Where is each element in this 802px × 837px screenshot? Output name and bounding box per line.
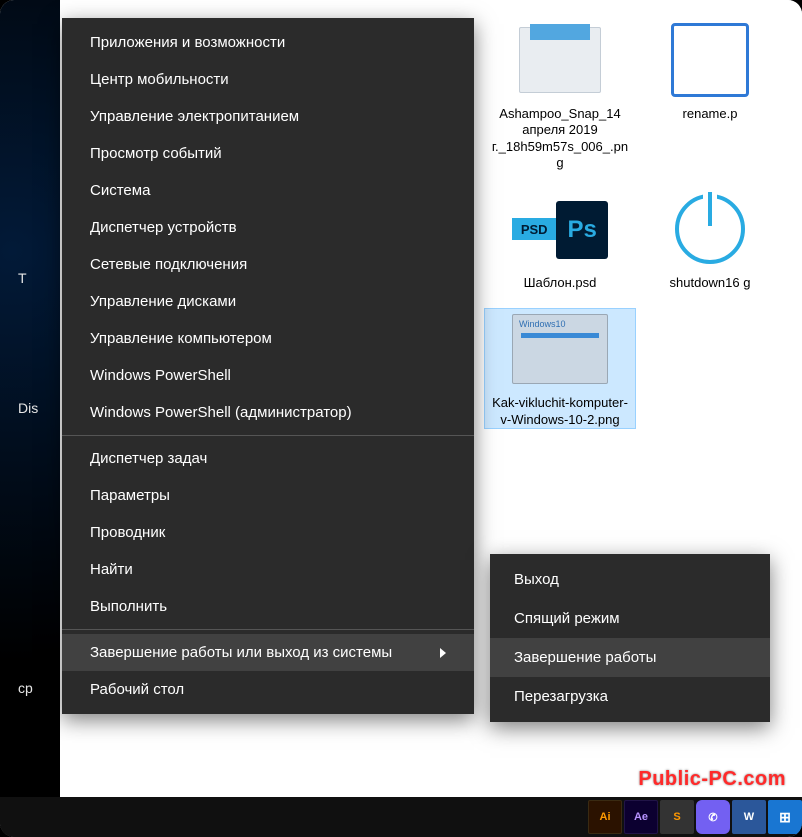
menu-item-task-manager[interactable]: Диспетчер задач bbox=[62, 440, 474, 477]
file-name-label: Kak-vikluchit-komputer-v-Windows-10-2.pn… bbox=[485, 395, 635, 428]
menu-item-label: Центр мобильности bbox=[90, 71, 229, 88]
menu-separator bbox=[62, 435, 474, 436]
taskbar-icon-sublime[interactable]: S bbox=[660, 800, 694, 834]
menu-item-label: Windows PowerShell bbox=[90, 367, 231, 384]
file-thumbnail-icon bbox=[662, 20, 758, 100]
menu-item-event-viewer[interactable]: Просмотр событий bbox=[62, 135, 474, 172]
psd-badge: PSD bbox=[512, 218, 556, 240]
menu-item-system[interactable]: Система bbox=[62, 172, 474, 209]
menu-item-desktop[interactable]: Рабочий стол bbox=[62, 671, 474, 708]
menu-item-label: Приложения и возможности bbox=[90, 34, 285, 51]
taskbar-icon-after-effects[interactable]: Ae bbox=[624, 800, 658, 834]
screenshot-viewport: T Dis ср 🐱 Ashampoo_Snap_14 апреля 2019 … bbox=[0, 0, 802, 837]
power-icon bbox=[675, 194, 745, 264]
file-item[interactable]: 🐱 Ashampoo_Snap_14 апреля 2019 г._18h59m… bbox=[485, 20, 635, 171]
menu-item-label: Windows PowerShell (администратор) bbox=[90, 404, 352, 421]
menu-item-file-explorer[interactable]: Проводник bbox=[62, 514, 474, 551]
menu-item-label: Проводник bbox=[90, 524, 165, 541]
menu-item-search[interactable]: Найти bbox=[62, 551, 474, 588]
taskbar-icon-app[interactable]: ⊞ bbox=[768, 800, 802, 834]
file-thumbnail-icon: PSD Ps bbox=[512, 189, 608, 269]
menu-item-label: Управление дисками bbox=[90, 293, 236, 310]
menu-item-label: Перезагрузка bbox=[514, 688, 608, 705]
windows10-thumb: Windows10 bbox=[512, 314, 608, 384]
menu-item-label: Просмотр событий bbox=[90, 145, 222, 162]
file-name-label: shutdown16 g bbox=[635, 275, 785, 291]
menu-item-apps-features[interactable]: Приложения и возможности bbox=[62, 24, 474, 61]
submenu-item-sign-out[interactable]: Выход bbox=[490, 560, 770, 599]
chevron-right-icon bbox=[440, 648, 446, 658]
menu-item-label: Рабочий стол bbox=[90, 681, 184, 698]
menu-item-label: Выход bbox=[514, 571, 559, 588]
menu-item-mobility-center[interactable]: Центр мобильности bbox=[62, 61, 474, 98]
menu-item-label: Система bbox=[90, 182, 150, 199]
file-name-label: rename.p bbox=[635, 106, 785, 122]
menu-item-label: Диспетчер устройств bbox=[90, 219, 237, 236]
menu-item-powershell[interactable]: Windows PowerShell bbox=[62, 357, 474, 394]
menu-item-network-connections[interactable]: Сетевые подключения bbox=[62, 246, 474, 283]
menu-item-label: Завершение работы bbox=[514, 649, 656, 666]
file-item[interactable]: PSD Ps Шаблон.psd bbox=[485, 189, 635, 291]
psd-label: Ps bbox=[556, 201, 608, 259]
shutdown-submenu: Выход Спящий режим Завершение работы Пер… bbox=[490, 554, 770, 722]
menu-separator bbox=[62, 629, 474, 630]
submenu-item-restart[interactable]: Перезагрузка bbox=[490, 677, 770, 716]
file-item-selected[interactable]: Windows10 Kak-vikluchit-komputer-v-Windo… bbox=[485, 309, 635, 428]
menu-item-power-management[interactable]: Управление электропитанием bbox=[62, 98, 474, 135]
menu-item-label: Найти bbox=[90, 561, 133, 578]
menu-item-label: Диспетчер задач bbox=[90, 450, 207, 467]
menu-item-shutdown-signout[interactable]: Завершение работы или выход из системы bbox=[62, 634, 474, 671]
file-thumbnail-icon: 🐱 bbox=[512, 20, 608, 100]
desktop-background: T Dis ср bbox=[0, 0, 60, 837]
menu-item-disk-management[interactable]: Управление дисками bbox=[62, 283, 474, 320]
menu-item-run[interactable]: Выполнить bbox=[62, 588, 474, 625]
taskbar-icon-illustrator[interactable]: Ai bbox=[588, 800, 622, 834]
watermark-text: Public-PC.com bbox=[638, 768, 786, 791]
menu-item-label: Управление компьютером bbox=[90, 330, 272, 347]
menu-item-powershell-admin[interactable]: Windows PowerShell (администратор) bbox=[62, 394, 474, 431]
file-item[interactable]: rename.p bbox=[635, 20, 785, 171]
menu-item-label: Управление электропитанием bbox=[90, 108, 299, 125]
desktop-text-fragment: T bbox=[18, 270, 27, 286]
menu-item-settings[interactable]: Параметры bbox=[62, 477, 474, 514]
taskbar-icon-viber[interactable]: ✆ bbox=[696, 800, 730, 834]
menu-item-label: Сетевые подключения bbox=[90, 256, 247, 273]
menu-item-device-manager[interactable]: Диспетчер устройств bbox=[62, 209, 474, 246]
taskbar-icon-word[interactable]: W bbox=[732, 800, 766, 834]
file-name-label: Ashampoo_Snap_14 апреля 2019 г._18h59m57… bbox=[485, 106, 635, 171]
desktop-text-fragment: Dis bbox=[18, 400, 38, 416]
submenu-item-shutdown[interactable]: Завершение работы bbox=[490, 638, 770, 677]
desktop-text-fragment: ср bbox=[18, 680, 33, 696]
file-name-label: Шаблон.psd bbox=[485, 275, 635, 291]
menu-item-label: Выполнить bbox=[90, 598, 167, 615]
menu-item-computer-management[interactable]: Управление компьютером bbox=[62, 320, 474, 357]
menu-item-label: Завершение работы или выход из системы bbox=[90, 644, 392, 661]
winx-context-menu: Приложения и возможности Центр мобильнос… bbox=[62, 18, 474, 714]
menu-item-label: Параметры bbox=[90, 487, 170, 504]
file-thumbnail-icon bbox=[662, 189, 758, 269]
file-thumbnail-icon: Windows10 bbox=[512, 309, 608, 389]
menu-item-label: Спящий режим bbox=[514, 610, 620, 627]
file-grid: 🐱 Ashampoo_Snap_14 апреля 2019 г._18h59m… bbox=[475, 0, 802, 466]
submenu-item-sleep[interactable]: Спящий режим bbox=[490, 599, 770, 638]
file-item[interactable]: shutdown16 g bbox=[635, 189, 785, 291]
taskbar[interactable]: Ai Ae S ✆ W ⊞ bbox=[0, 797, 802, 837]
